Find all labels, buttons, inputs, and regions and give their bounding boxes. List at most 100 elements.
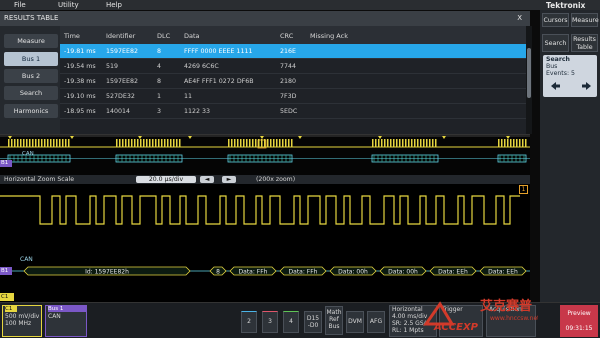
bus-packet-label: Data: 00h xyxy=(388,269,418,276)
overview-ch1-burst xyxy=(26,139,28,147)
table-cell: 519 xyxy=(106,63,119,70)
tab-bus-1[interactable]: Bus 1 xyxy=(4,52,58,66)
search-nav-icons[interactable] xyxy=(551,82,591,90)
overview-ch1-burst xyxy=(164,139,166,147)
results-table-button[interactable]: Results Table xyxy=(571,34,598,52)
zoom-right-icon[interactable]: ► xyxy=(222,176,236,183)
overview-ch1-burst xyxy=(270,139,272,147)
brand-bar: Tektronix xyxy=(540,0,600,10)
tab-search[interactable]: Search xyxy=(4,86,58,100)
menu-utility[interactable]: Utility xyxy=(58,1,79,9)
overview-ch1-burst xyxy=(125,139,127,147)
channel-1-label: C1 xyxy=(0,293,14,301)
math-ref-bus-button[interactable]: Math Ref Bus xyxy=(325,306,343,335)
table-cell: 4 xyxy=(157,63,162,70)
packet-data: Data: FFh xyxy=(229,266,277,276)
close-icon[interactable]: X xyxy=(517,14,522,22)
channel-1-badge-title: C1 xyxy=(5,306,17,312)
channel-1-scale: 500 mV/div xyxy=(5,313,40,320)
zoomed-waveform[interactable]: Id: 1597EE82h 8 Data: FFh Data: FFh Data: 00… xyxy=(0,184,530,302)
overview-marker-icon xyxy=(506,136,510,139)
tab-measure[interactable]: Measure xyxy=(4,34,58,48)
table-row[interactable]: -19.38 ms 1597EE82 8 AE4F FFF1 0272 DF6B 218… xyxy=(60,74,526,89)
table-cell: AE4F FFF1 0272 DF6B xyxy=(184,78,254,85)
overview-ch1-burst xyxy=(525,139,527,147)
overview-ch1-burst xyxy=(161,139,163,147)
overview-ch1-burst xyxy=(131,139,133,147)
table-row[interactable]: -18.95 ms 140014 3 1122 33 5EDC xyxy=(60,104,526,119)
overview-ch1-burst xyxy=(23,139,25,147)
channel-1-badge[interactable]: C1 500 mV/div 100 MHz xyxy=(2,305,42,337)
bus-1-badge[interactable]: Bus 1 CAN xyxy=(45,305,87,337)
overview-ch1-burst xyxy=(59,139,61,147)
overview-ch1-burst xyxy=(146,139,148,147)
table-cell: -18.95 ms xyxy=(64,108,96,115)
table-cell: 2180 xyxy=(280,78,297,85)
table-scrollbar[interactable] xyxy=(526,26,532,134)
col-time[interactable]: Time xyxy=(64,32,80,40)
watermark-logo: ACCEXP 艾克赛普 www.hnccsw.net xyxy=(418,286,540,336)
overview-ch1-burst xyxy=(282,139,284,147)
tab-harmonics[interactable]: Harmonics xyxy=(4,104,58,118)
dvm-button[interactable]: DVM xyxy=(346,311,364,333)
col-dlc[interactable]: DLC xyxy=(157,32,170,40)
overview-ch1-burst xyxy=(134,139,136,147)
table-cell: FFFF 0000 EEEE 1111 xyxy=(184,48,253,55)
overview-ch1-burst xyxy=(228,139,230,147)
menu-file[interactable]: File xyxy=(14,1,26,9)
overview-ch1-burst xyxy=(29,139,31,147)
digital-channels-button[interactable]: D15 -D0 xyxy=(304,311,322,333)
afg-button[interactable]: AFG xyxy=(367,311,385,333)
table-cell: 1122 33 xyxy=(184,108,211,115)
channel-3-button[interactable]: 3 xyxy=(262,311,278,333)
overview-ch1-burst xyxy=(372,139,374,147)
zoom-left-icon[interactable]: ◄ xyxy=(200,176,214,183)
overview-ch1-burst xyxy=(423,139,425,147)
table-row[interactable]: -19.54 ms 519 4 4269 6C6C 7744 xyxy=(60,59,526,74)
search-button[interactable]: Search xyxy=(542,34,569,52)
overview-svg xyxy=(0,135,530,163)
overview-ch1-burst xyxy=(47,139,49,147)
menu-help[interactable]: Help xyxy=(106,1,122,9)
table-cell: 7F3D xyxy=(280,93,297,100)
overview-marker-icon xyxy=(138,136,142,139)
overview-ch1-burst xyxy=(62,139,64,147)
overview-ch1-burst xyxy=(279,139,281,147)
overview-ch1-burst xyxy=(384,139,386,147)
trigger-marker: 1 xyxy=(519,185,528,194)
col-data[interactable]: Data xyxy=(184,32,200,40)
overview-ch1-burst xyxy=(68,139,70,147)
overview-ch1-burst xyxy=(285,139,287,147)
tab-bus-2[interactable]: Bus 2 xyxy=(4,69,58,83)
table-row[interactable]: -19.10 ms 527DE32 1 11 7F3D xyxy=(60,89,526,104)
overview-waveform[interactable]: B1 CAN xyxy=(0,134,530,175)
col-identifier[interactable]: Identifier xyxy=(106,32,135,40)
channel-2-button[interactable]: 2 xyxy=(241,311,257,333)
cursors-button[interactable]: Cursors xyxy=(542,13,569,27)
table-cell: 7744 xyxy=(280,63,297,70)
table-row[interactable]: -19.81 ms 1597EE82 8 FFFF 0000 EEEE 1111 216… xyxy=(60,44,526,59)
overview-ch1-burst xyxy=(522,139,524,147)
bus-1-type: CAN xyxy=(48,313,61,320)
search-badge-title: Search xyxy=(546,56,570,63)
zoom-value[interactable]: 20.0 µs/div xyxy=(136,176,196,183)
bus-packet-label: Data: EEh xyxy=(488,269,518,276)
preview-label: Preview xyxy=(567,310,591,317)
col-crc[interactable]: CRC xyxy=(280,32,293,40)
overview-ch1-burst xyxy=(231,139,233,147)
search-badge[interactable]: Search Bus Events: 5 xyxy=(543,55,597,97)
overview-ch1-burst xyxy=(158,139,160,147)
scrollbar-thumb[interactable] xyxy=(527,48,531,98)
table-cell: 140014 xyxy=(106,108,131,115)
overview-marker-icon xyxy=(378,136,382,139)
overview-ch1-burst xyxy=(122,139,124,147)
overview-ch1-burst xyxy=(264,139,266,147)
overview-ch1-burst xyxy=(243,139,245,147)
col-missing-ack[interactable]: Missing Ack xyxy=(310,32,348,40)
packet-identifier: Id: 1597EE82h xyxy=(23,266,191,276)
channel-4-button[interactable]: 4 xyxy=(283,311,299,333)
overview-ch1-burst xyxy=(176,139,178,147)
preview-button[interactable]: Preview 09:31:15 xyxy=(560,305,598,337)
overview-ch1-burst xyxy=(20,139,22,147)
measure-button[interactable]: Measure xyxy=(571,13,599,27)
